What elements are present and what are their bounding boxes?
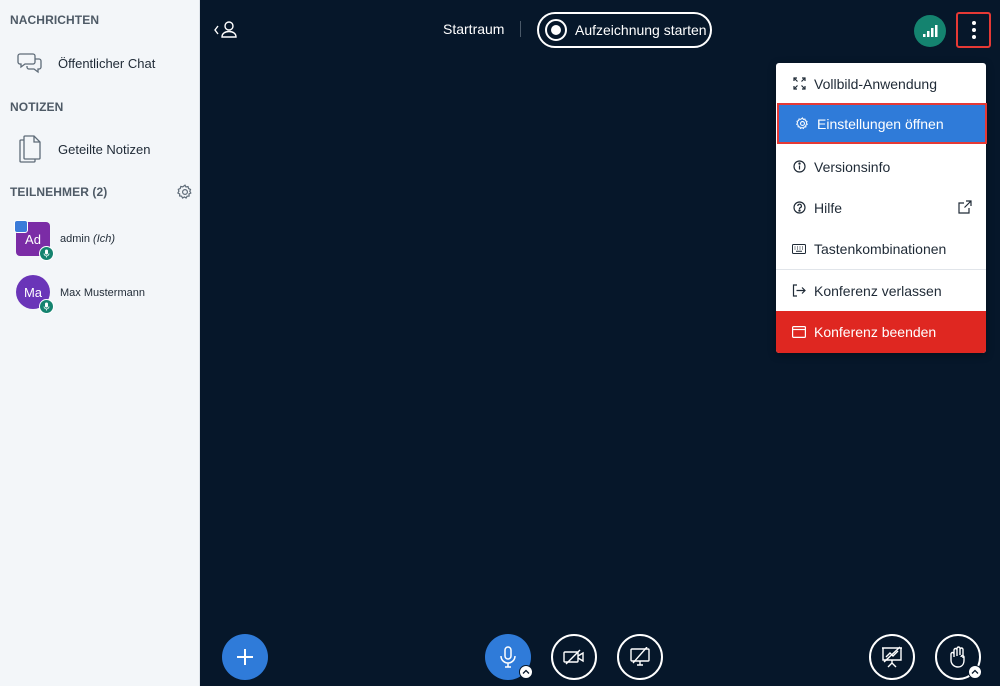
user-row-max[interactable]: Ma Max Mustermann: [0, 272, 200, 320]
keyboard-icon: [792, 242, 806, 256]
menu-item-keyboard-shortcuts[interactable]: Tastenkombinationen: [776, 228, 986, 269]
presenter-icon: [14, 220, 28, 233]
screen-share-off-icon: [630, 647, 650, 666]
participants-settings-gear-icon[interactable]: [177, 184, 193, 200]
signal-bars-icon: [923, 25, 938, 37]
camera-button[interactable]: [551, 634, 597, 680]
actions-plus-button[interactable]: [222, 634, 268, 680]
presentation-button[interactable]: [869, 634, 915, 680]
record-label: Aufzeichnung starten: [575, 22, 707, 38]
external-link-icon: [958, 200, 972, 217]
shared-notes-label: Geteilte Notizen: [58, 141, 151, 157]
menu-item-version-info[interactable]: Versionsinfo: [776, 146, 986, 187]
screen-share-button[interactable]: [617, 634, 663, 680]
toggle-userlist-button[interactable]: [212, 18, 242, 44]
logout-icon: [792, 284, 806, 298]
audio-settings-caret-icon[interactable]: [519, 665, 533, 679]
options-dropdown-menu: Vollbild-Anwendung Einstellungen öffnen …: [776, 63, 987, 353]
menu-item-leave-conference[interactable]: Konferenz verlassen: [776, 270, 986, 311]
participants-section-title: TEILNEHMER (2): [10, 185, 108, 199]
menu-item-settings[interactable]: Einstellungen öffnen: [777, 103, 987, 144]
notes-icon: [15, 135, 45, 163]
public-chat-label: Öffentlicher Chat: [58, 55, 156, 71]
connection-status-button[interactable]: [914, 15, 946, 47]
notes-section-title: NOTIZEN: [10, 100, 64, 114]
user-name-admin: admin (Ich): [60, 233, 115, 245]
room-title: Startraum: [443, 21, 505, 37]
info-icon: [792, 160, 806, 174]
reactions-caret-icon[interactable]: [968, 665, 982, 679]
messages-section-title: NACHRICHTEN: [10, 13, 100, 27]
user-self-suffix: (Ich): [93, 233, 116, 245]
hand-icon: [950, 646, 965, 668]
menu-item-label: Versionsinfo: [814, 158, 891, 175]
options-button[interactable]: [956, 12, 991, 48]
microphone-status-icon: [39, 246, 54, 261]
presentation-icon: [882, 646, 902, 668]
camera-off-icon: [563, 649, 584, 665]
help-icon: [792, 201, 806, 215]
end-conference-icon: [792, 325, 806, 339]
menu-item-label: Vollbild-Anwendung: [814, 75, 937, 92]
microphone-status-icon: [39, 299, 54, 314]
gear-icon: [795, 117, 809, 131]
menu-item-label: Konferenz beenden: [814, 324, 937, 340]
shared-notes-item[interactable]: Geteilte Notizen: [0, 129, 200, 169]
menu-item-label: Einstellungen öffnen: [817, 115, 944, 132]
public-chat-item[interactable]: Öffentlicher Chat: [0, 43, 200, 83]
user-list-sidebar: NACHRICHTEN Öffentlicher Chat NOTIZEN Ge…: [0, 0, 200, 686]
menu-item-end-conference[interactable]: Konferenz beenden: [776, 311, 986, 353]
record-icon: [545, 19, 567, 41]
record-button[interactable]: Aufzeichnung starten: [537, 12, 712, 48]
title-divider: [520, 21, 521, 37]
menu-item-help[interactable]: Hilfe: [776, 187, 986, 228]
user-name-max: Max Mustermann: [60, 287, 145, 299]
plus-icon: [237, 649, 253, 665]
menu-item-fullscreen[interactable]: Vollbild-Anwendung: [776, 63, 986, 104]
menu-item-label: Tastenkombinationen: [814, 240, 947, 257]
microphone-icon: [500, 646, 516, 668]
menu-item-label: Hilfe: [814, 199, 843, 216]
user-row-admin[interactable]: Ad admin (Ich): [0, 218, 200, 266]
user-name-text: admin: [60, 233, 90, 245]
chat-icon: [15, 51, 45, 75]
more-vertical-icon: [971, 21, 976, 25]
fullscreen-icon: [792, 77, 806, 91]
menu-item-label: Konferenz verlassen: [814, 282, 942, 299]
